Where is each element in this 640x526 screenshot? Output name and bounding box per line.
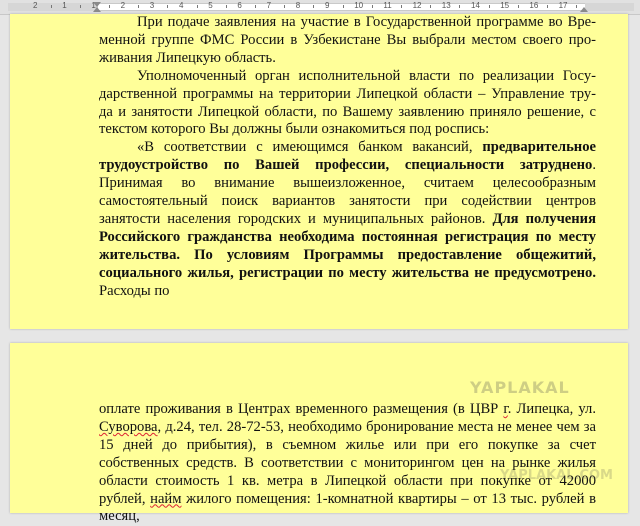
paragraph-continuation: оплате проживания в Центрах временного р… <box>99 401 596 526</box>
ruler-tick <box>138 5 140 8</box>
ruler-tick <box>109 5 110 8</box>
spelling-flag: Суворова <box>99 418 158 435</box>
ruler-tick <box>488 5 490 8</box>
paragraph-1-line-1: При подаче заявления на участие в Госуда… <box>137 14 596 30</box>
document-page-1[interactable]: При подаче заявления на участие в Госуда… <box>10 14 628 329</box>
ruler-number: 11 <box>383 1 392 10</box>
paragraph-1-line-2: менной группе ФМС России в Узбекистане В… <box>99 31 596 48</box>
ruler-tick <box>547 5 548 8</box>
ruler-tick <box>401 5 402 8</box>
ruler-number: 7 <box>266 1 272 10</box>
ruler-number: 1 <box>62 1 67 10</box>
ruler-number: 13 <box>441 1 451 10</box>
ruler-tick <box>79 5 81 8</box>
ruler-number: 2 <box>120 1 126 10</box>
horizontal-ruler[interactable]: 2 1 1 2 3 4 5 6 7 8 9 10 11 12 13 14 15 16 17 <box>0 0 640 15</box>
ruler-tick <box>459 5 461 8</box>
ruler-tick <box>313 5 315 8</box>
spelling-flag: д <box>165 418 173 435</box>
paragraph-1: При подаче заявления на участие в Госуда… <box>99 14 596 68</box>
ruler-bar <box>8 3 634 11</box>
paragraph-2-line-4: текстом которого Вы должны были ознакоми… <box>99 121 490 138</box>
ruler-number: 2 <box>33 1 38 10</box>
ruler-tick <box>576 5 578 8</box>
page-2-text: оплате проживания в Центрах временного р… <box>99 401 596 526</box>
quote-continuation: Расходы по <box>99 282 170 299</box>
watermark-logo: YAPLAKAL <box>470 378 570 397</box>
text-run: оплате проживания в Центрах временного р… <box>99 401 504 417</box>
ruler-left-margin <box>8 3 98 11</box>
spelling-flag: найм <box>150 490 182 507</box>
ruler-number: 10 <box>354 1 364 10</box>
ruler-number: 9 <box>325 1 330 10</box>
ruler-tick <box>430 5 432 8</box>
ruler-number: 6 <box>237 1 242 10</box>
hanging-indent-icon[interactable] <box>93 7 101 12</box>
ruler-number: 3 <box>149 1 155 10</box>
ruler-tick <box>225 5 227 8</box>
right-indent-icon[interactable] <box>580 7 588 12</box>
paragraph-2-line-2: дарственной программы на территории Липе… <box>99 85 596 102</box>
paragraph-1-line-3: живания Липецкую область. <box>99 49 276 66</box>
ruler-number: 5 <box>208 1 213 10</box>
quote-intro: «В соответствии с имеющимся банком вакан… <box>137 139 483 156</box>
ruler-number: 17 <box>558 1 568 10</box>
watermark-logo-bottom: YAPLAKAL.COM <box>500 468 613 483</box>
ruler-number: 12 <box>412 1 422 10</box>
ruler-number: 4 <box>179 1 184 10</box>
ruler-right-margin <box>585 3 634 11</box>
ruler-number: 16 <box>529 1 539 10</box>
paragraph-2-line-1: Уполномоченный орган исполнительной влас… <box>137 67 596 84</box>
paragraph-2: Уполномоченный орган исполнительной влас… <box>99 68 596 140</box>
text-run: . Липецка, ул. <box>507 401 596 417</box>
ruler-tick <box>342 5 344 8</box>
ruler-tick <box>50 5 52 8</box>
ruler-tick <box>284 5 286 8</box>
ruler-tick <box>517 5 519 8</box>
paragraph-3-quote: «В соответствии с имеющимся банком вакан… <box>99 139 596 300</box>
ruler-number: 14 <box>471 1 480 10</box>
ruler-tick <box>371 5 373 8</box>
document-page-2[interactable]: оплате проживания в Центрах временного р… <box>10 343 628 524</box>
ruler-tick <box>167 5 169 8</box>
paragraph-2-line-3: да и занятости Липецкой области, по Ваше… <box>99 103 596 120</box>
page-1-text: При подаче заявления на участие в Госуда… <box>99 14 596 301</box>
ruler-tick <box>255 5 256 8</box>
ruler-number: 8 <box>295 1 301 10</box>
ruler-tick <box>196 5 198 8</box>
ruler-number: 15 <box>500 1 510 10</box>
